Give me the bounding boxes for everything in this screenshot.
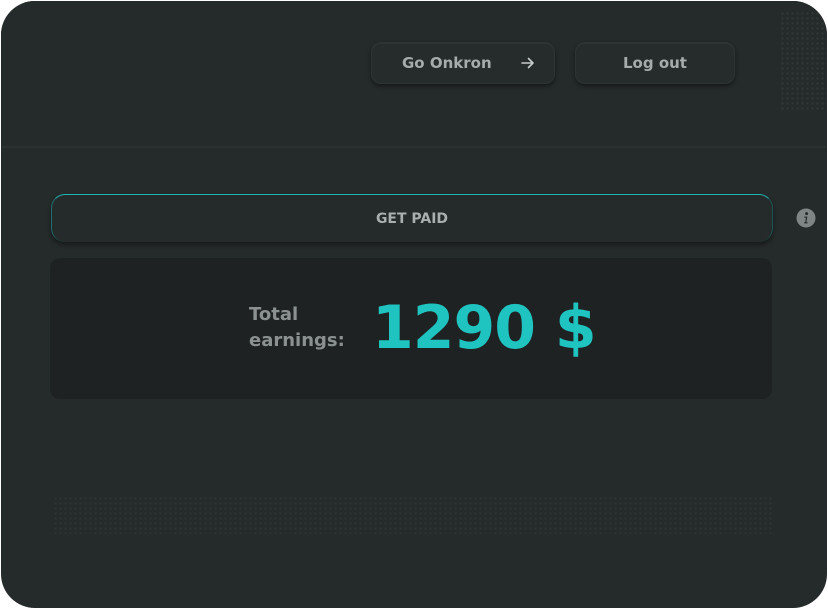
dot-pattern-bottom (53, 496, 773, 534)
go-onkron-label: Go Onkron (402, 54, 492, 72)
logout-label: Log out (623, 54, 687, 72)
arrow-right-icon (521, 57, 534, 69)
info-icon[interactable] (796, 208, 816, 228)
total-earnings-value: 1290 $ (372, 293, 597, 363)
header: Go Onkron Log out (1, 1, 827, 148)
earnings-panel: Total earnings: 1290 $ (50, 258, 772, 399)
get-paid-button[interactable]: GET PAID (51, 194, 773, 242)
total-earnings-label: Total earnings: (249, 304, 345, 351)
logout-button[interactable]: Log out (575, 42, 735, 84)
get-paid-label: GET PAID (375, 210, 449, 227)
app-window: Go Onkron Log out GET PAID Total earning… (1, 1, 827, 608)
dot-pattern-top (780, 11, 827, 111)
go-onkron-button[interactable]: Go Onkron (371, 42, 555, 84)
